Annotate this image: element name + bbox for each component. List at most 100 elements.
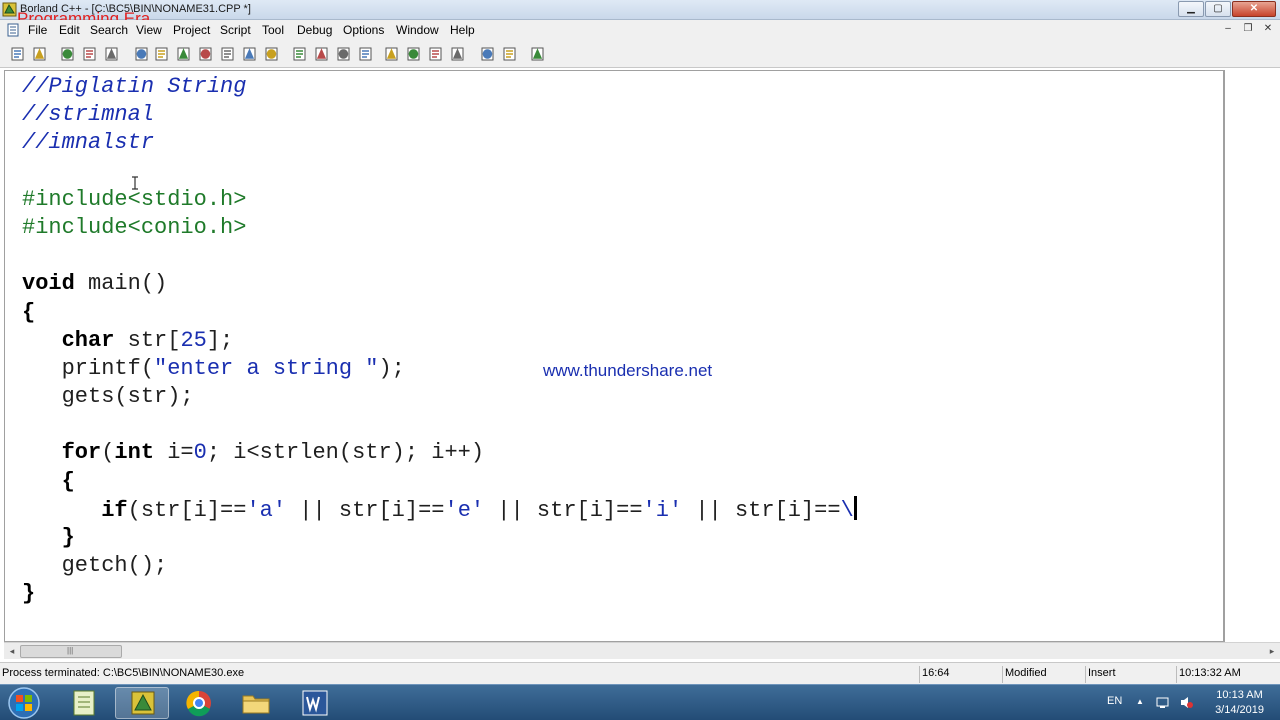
minimize-button[interactable]: ▁: [1178, 1, 1204, 17]
close-window-button[interactable]: ✕: [1232, 1, 1276, 17]
code-line[interactable]: getch();: [22, 552, 857, 580]
open-file-button[interactable]: [30, 45, 49, 63]
compile-button[interactable]: [196, 45, 215, 63]
taskbar-chrome[interactable]: [172, 687, 226, 719]
make-button[interactable]: [218, 45, 237, 63]
code-token: }: [22, 525, 75, 550]
source-code[interactable]: //Piglatin String //strimnal//imnalstr #i…: [22, 73, 857, 609]
document-restore-button[interactable]: ❐: [1240, 22, 1256, 36]
code-token: str[: [114, 327, 181, 353]
menu-script[interactable]: Script: [220, 23, 251, 37]
network-icon[interactable]: [1155, 695, 1170, 710]
website-watermark: www.thundershare.net: [543, 361, 713, 380]
code-line[interactable]: #include<stdio.h>: [22, 186, 857, 214]
scroll-right-arrow-icon[interactable]: ▸: [1265, 645, 1279, 658]
add-watch-button[interactable]: [528, 45, 547, 63]
close-icon: [429, 47, 442, 61]
replace-button[interactable]: [152, 45, 171, 63]
menu-options[interactable]: Options: [343, 23, 384, 37]
make-icon: [221, 47, 234, 61]
code-token: getch();: [22, 553, 168, 579]
run-button[interactable]: [262, 45, 281, 63]
volume-muted-icon[interactable]: [1179, 695, 1194, 710]
undo-button[interactable]: [404, 45, 423, 63]
code-line[interactable]: char str[25];: [22, 327, 857, 355]
taskbar-clock[interactable]: 10:13 AM 3/14/2019: [1215, 688, 1264, 718]
code-line[interactable]: }: [22, 524, 857, 552]
maximize-button[interactable]: ▢: [1205, 1, 1231, 17]
toolbar: [0, 40, 1280, 68]
document-icon[interactable]: [6, 23, 20, 37]
code-token: for: [61, 440, 102, 466]
menu-file[interactable]: File: [28, 23, 47, 37]
status-bar: Process terminated: C:\BC5\BIN\NONAME30.…: [0, 662, 1280, 684]
code-line[interactable]: }: [22, 580, 857, 608]
code-token: #include<stdio.h>: [22, 186, 247, 212]
code-token: if: [101, 497, 128, 523]
code-line[interactable]: //Piglatin String: [22, 73, 857, 101]
window-controls: ▁ ▢ ✕: [1178, 1, 1276, 17]
windows-start-icon[interactable]: [4, 686, 44, 720]
menu-edit[interactable]: Edit: [59, 23, 80, 37]
code-line[interactable]: [22, 158, 857, 186]
show-hidden-icons-icon[interactable]: ▲: [1136, 697, 1144, 706]
document-close-button[interactable]: ✕: [1260, 22, 1276, 36]
chrome-icon: [186, 690, 211, 717]
code-line[interactable]: for(int i=0; i<strlen(str); i++): [22, 439, 857, 467]
menu-view[interactable]: View: [136, 23, 162, 37]
code-token: || str[i]==: [286, 497, 445, 523]
code-line[interactable]: //strimnal: [22, 101, 857, 129]
code-line[interactable]: {: [22, 468, 857, 496]
bookmark-button[interactable]: [448, 45, 467, 63]
code-line[interactable]: gets(str);: [22, 383, 857, 411]
menu-window[interactable]: Window: [396, 23, 439, 37]
inspect-button[interactable]: [382, 45, 401, 63]
code-token: }: [22, 581, 36, 607]
search-again-button[interactable]: [174, 45, 193, 63]
pointer-button[interactable]: [500, 45, 519, 63]
scroll-left-arrow-icon[interactable]: ◂: [5, 645, 19, 658]
menu-project[interactable]: Project: [173, 23, 210, 37]
build-button[interactable]: [240, 45, 259, 63]
language-indicator[interactable]: EN: [1107, 695, 1122, 707]
menu-bar: File Edit Search View Project Script Too…: [0, 20, 1280, 40]
document-minimize-button[interactable]: ‒: [1220, 22, 1236, 36]
code-token: 25: [180, 327, 207, 353]
code-line[interactable]: [22, 242, 857, 270]
breakpoint-button[interactable]: [356, 45, 375, 63]
find-button[interactable]: [132, 45, 151, 63]
taskbar-notepad[interactable]: [58, 687, 112, 719]
menu-debug[interactable]: Debug: [297, 23, 332, 37]
horizontal-scrollbar[interactable]: ◂ ||| ▸: [4, 642, 1280, 659]
side-pane: [1224, 70, 1280, 642]
menu-tool[interactable]: Tool: [262, 23, 284, 37]
taskbar-file-explorer[interactable]: [229, 687, 283, 719]
code-line[interactable]: //imnalstr: [22, 129, 857, 157]
status-message: Process terminated: C:\BC5\BIN\NONAME30.…: [2, 667, 245, 679]
menu-help[interactable]: Help: [450, 23, 475, 37]
code-line[interactable]: void main(): [22, 270, 857, 298]
code-token: {: [22, 299, 36, 325]
save-all-button[interactable]: [80, 45, 99, 63]
new-file-button[interactable]: [8, 45, 27, 63]
code-line[interactable]: #include<conio.h>: [22, 214, 857, 242]
close-button[interactable]: [426, 45, 445, 63]
menu-search[interactable]: Search: [90, 23, 128, 37]
taskbar-word[interactable]: [288, 687, 342, 719]
stop-button[interactable]: [290, 45, 309, 63]
code-line[interactable]: [22, 411, 857, 439]
taskbar-borland[interactable]: [115, 687, 169, 719]
save-button[interactable]: [58, 45, 77, 63]
window-title-bar[interactable]: Borland C++ - [C:\BC5\BIN\NONAME31.CPP *…: [0, 0, 1280, 28]
code-token: "enter a string ": [154, 355, 379, 381]
scrollbar-thumb[interactable]: |||: [20, 645, 122, 658]
trace-into-button[interactable]: [334, 45, 353, 63]
screen: Borland C++ - [C:\BC5\BIN\NONAME31.CPP *…: [0, 0, 1280, 720]
code-line[interactable]: if(str[i]=='a' || str[i]=='e' || str[i]=…: [22, 495, 857, 524]
code-line[interactable]: printf("enter a string ");: [22, 355, 857, 383]
step-over-button[interactable]: [312, 45, 331, 63]
code-line[interactable]: {: [22, 299, 857, 327]
print-button[interactable]: [102, 45, 121, 63]
browse-button[interactable]: [478, 45, 497, 63]
code-token: 'i': [642, 497, 683, 523]
